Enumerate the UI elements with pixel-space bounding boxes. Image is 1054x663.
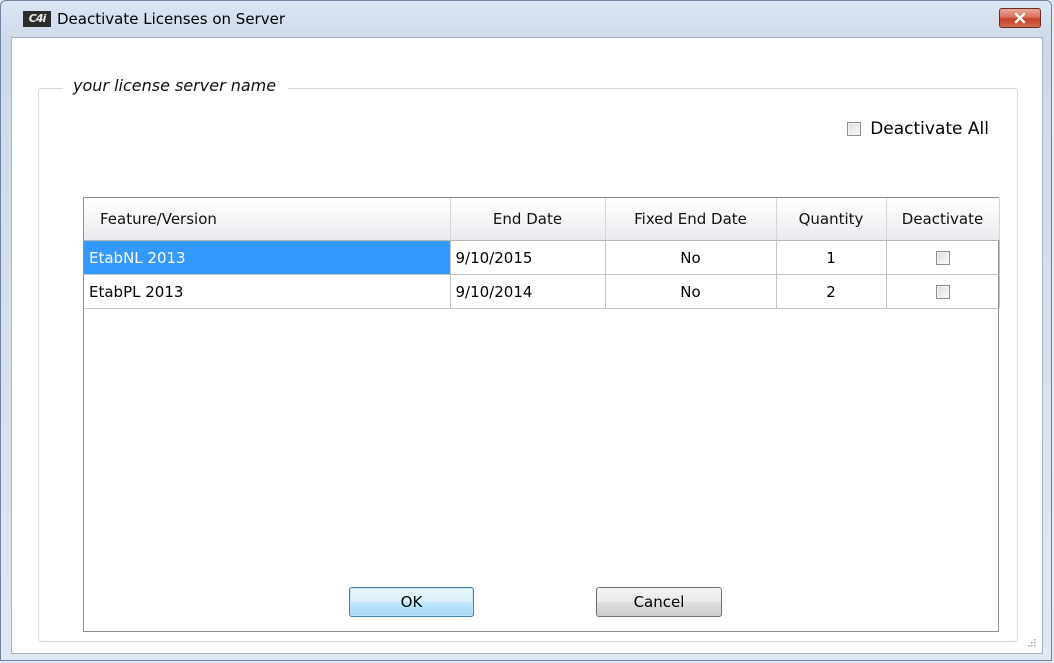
ok-button[interactable]: OK	[349, 587, 474, 617]
deactivate-all-label: Deactivate All	[870, 119, 989, 139]
deactivate-cell[interactable]	[886, 240, 1000, 275]
cancel-button[interactable]: Cancel	[596, 587, 722, 617]
license-table: Feature/Version End Date Fixed End Date …	[83, 197, 1000, 632]
deactivate-checkbox[interactable]	[935, 250, 950, 265]
end-date-cell[interactable]: 9/10/2015	[450, 240, 606, 275]
app-logo-icon: C4i	[23, 11, 51, 27]
resize-grip-icon[interactable]	[1026, 637, 1036, 647]
column-header-fixed-end-date[interactable]: Fixed End Date	[605, 198, 777, 241]
quantity-cell[interactable]: 2	[776, 274, 887, 309]
close-button[interactable]	[999, 8, 1041, 28]
table-row[interactable]: EtabNL 2013 9/10/2015 No 1	[84, 240, 1000, 275]
server-groupbox: your license server name Deactivate All	[38, 76, 1018, 642]
deactivate-checkbox[interactable]	[935, 284, 950, 299]
column-header-quantity[interactable]: Quantity	[776, 198, 887, 241]
table-header-row: Feature/Version End Date Fixed End Date …	[84, 198, 1000, 241]
column-header-deactivate[interactable]: Deactivate	[886, 198, 1000, 241]
dialog-body: your license server name Deactivate All	[11, 37, 1043, 654]
feature-cell[interactable]: EtabNL 2013	[84, 240, 451, 275]
fixed-end-date-cell[interactable]: No	[605, 240, 777, 275]
dialog-window: C4i Deactivate Licenses on Server your l…	[0, 0, 1052, 661]
server-name-label: your license server name	[63, 76, 289, 95]
title-bar[interactable]: C4i Deactivate Licenses on Server	[1, 1, 1051, 37]
deactivate-all-option[interactable]: Deactivate All	[847, 119, 989, 139]
table-row[interactable]: EtabPL 2013 9/10/2014 No 2	[84, 274, 1000, 309]
column-header-end-date[interactable]: End Date	[450, 198, 606, 241]
close-icon	[1014, 12, 1026, 24]
column-header-feature[interactable]: Feature/Version	[84, 198, 451, 241]
end-date-cell[interactable]: 9/10/2014	[450, 274, 606, 309]
deactivate-cell[interactable]	[886, 274, 1000, 309]
window-title: Deactivate Licenses on Server	[57, 10, 285, 28]
deactivate-all-checkbox[interactable]	[847, 122, 862, 136]
feature-cell[interactable]: EtabPL 2013	[84, 274, 451, 309]
fixed-end-date-cell[interactable]: No	[605, 274, 777, 309]
quantity-cell[interactable]: 1	[776, 240, 887, 275]
